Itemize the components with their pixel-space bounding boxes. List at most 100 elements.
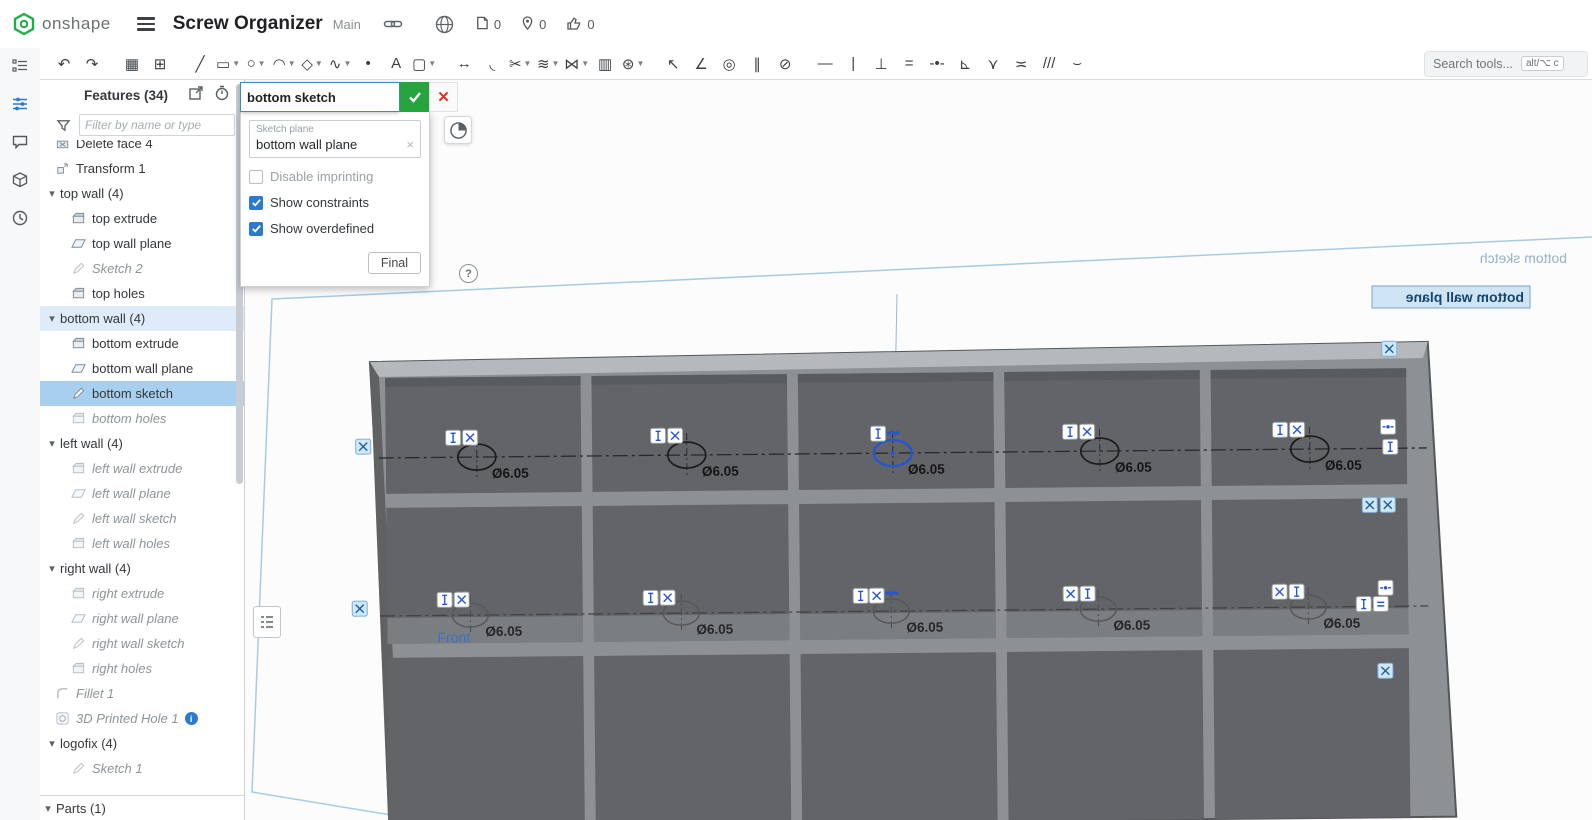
redo-tool[interactable]: ↷ (80, 51, 104, 77)
sketch-line-tool[interactable]: ╱ (188, 51, 212, 77)
parallel-tool[interactable]: ∥ (745, 51, 769, 77)
filter-input[interactable] (79, 114, 235, 136)
sketch-fillet-tool[interactable]: ◟ (480, 51, 504, 77)
constraint-glyph-x[interactable] (1361, 496, 1378, 514)
info-icon[interactable]: i (184, 712, 198, 725)
constraint-glyph-x[interactable] (1079, 423, 1096, 440)
constraint-glyph-x[interactable] (868, 587, 885, 604)
accept-button[interactable] (400, 82, 429, 112)
final-button[interactable]: Final (367, 252, 421, 274)
copies-counter[interactable]: 0 (474, 15, 501, 34)
followers-counter[interactable]: 0 (521, 15, 546, 34)
undo-tool[interactable]: ↶ (52, 51, 76, 77)
chevron-down-icon[interactable]: ▼ (288, 59, 296, 68)
feature-list-flyout-button[interactable] (253, 606, 281, 638)
constraint-glyph-v[interactable] (445, 429, 462, 446)
feature-name-input[interactable] (240, 82, 400, 112)
constraint-glyph-x[interactable] (453, 591, 470, 608)
feature-item-top-wall-plane[interactable]: top wall plane (40, 231, 244, 256)
compartment-cell[interactable] (1210, 368, 1408, 487)
trim-tool[interactable]: ✂ ▼ (508, 51, 532, 77)
public-globe-icon[interactable] (435, 15, 454, 34)
curve-pattern-tool[interactable]: ≍ (1009, 51, 1033, 77)
constraint-glyph-v[interactable] (1355, 595, 1372, 613)
feature-item-right-wall-sketch[interactable]: right wall sketch (40, 631, 244, 656)
feature-item-bottom-wall-4[interactable]: ▾ bottom wall (4) (40, 306, 244, 331)
feature-item-left-wall-extrude[interactable]: left wall extrude (40, 456, 244, 481)
chevron-down-icon[interactable]: ▼ (343, 59, 351, 68)
document-menu-icon[interactable] (136, 17, 155, 31)
compartment-cell[interactable] (797, 372, 995, 490)
dimension-label[interactable]: Ø6.05 (1323, 616, 1360, 631)
polygon-tool[interactable]: ◇ ▼ (300, 51, 324, 77)
chevron-down-icon[interactable]: ▼ (428, 59, 436, 68)
parts-section[interactable]: ▾ Parts (1) (40, 795, 244, 820)
feature-item-right-wall-4[interactable]: ▾ right wall (4) (40, 556, 244, 581)
constraint-glyph-x[interactable] (1062, 585, 1079, 602)
circle-center-point[interactable] (890, 450, 895, 456)
insert-dxf-tool[interactable]: ⊞ (148, 51, 172, 77)
feature-item-left-wall-4[interactable]: ▾ left wall (4) (40, 431, 244, 456)
feature-item-top-wall-4[interactable]: ▾ top wall (4) (40, 181, 244, 206)
feature-item-3d-printed-hole-1[interactable]: 3D Printed Hole 1 i (40, 706, 244, 731)
constraint-glyph-v[interactable] (1288, 583, 1305, 600)
dimension-label[interactable]: Ø6.05 (485, 624, 522, 639)
constraint-glyph-v[interactable] (650, 427, 667, 444)
use-project-tool[interactable]: ↖ (661, 51, 685, 77)
chevron-down-icon[interactable]: ▼ (315, 59, 323, 68)
constraint-glyph-v[interactable] (1272, 421, 1289, 438)
cancel-button[interactable]: ✕ (429, 82, 458, 112)
tangent-tool[interactable]: ⊘ (773, 51, 797, 77)
parts-panel-icon[interactable] (8, 168, 32, 192)
constraint-glyph-dot[interactable] (1379, 418, 1397, 435)
chevron-down-icon[interactable]: ▾ (40, 802, 56, 815)
mirror-tool[interactable]: ⋈ ▼ (564, 51, 589, 77)
view-orientation-icon[interactable] (444, 116, 472, 144)
workspace-label[interactable]: Main (333, 17, 361, 32)
compartment-cell[interactable] (1004, 370, 1201, 488)
chevron-down-icon[interactable]: ▾ (44, 562, 60, 575)
dimension-label[interactable]: Ø6.05 (696, 622, 733, 637)
feature-item-logofix-4[interactable]: ▾ logofix (4) (40, 731, 244, 756)
linear-pattern-tool[interactable]: ▥ (593, 51, 617, 77)
constraint-glyph-dot[interactable] (1377, 579, 1394, 596)
feature-item-right-extrude[interactable]: right extrude (40, 581, 244, 606)
feature-item-top-extrude[interactable]: top extrude (40, 206, 244, 231)
chevron-down-icon[interactable]: ▾ (44, 437, 60, 450)
constraint-glyph-x[interactable] (1377, 662, 1394, 679)
chevron-down-icon[interactable]: ▼ (552, 59, 560, 68)
checkbox-icon[interactable] (249, 195, 263, 210)
offset-tool[interactable]: ≋ ▼ (536, 51, 560, 77)
point-tool[interactable]: • (356, 51, 380, 77)
chevron-down-icon[interactable]: ▾ (44, 737, 60, 750)
feature-item-bottom-sketch[interactable]: bottom sketch (40, 381, 244, 406)
constraint-glyph-x[interactable] (667, 427, 684, 444)
compartment-cell[interactable] (594, 654, 792, 820)
feature-statistics-icon[interactable] (214, 85, 230, 106)
dimension-label[interactable]: Ø6.05 (908, 462, 945, 477)
comments-panel-icon[interactable] (8, 130, 32, 154)
chevron-down-icon[interactable]: ▼ (232, 59, 240, 68)
rectangle-tool[interactable]: ▭ ▼ (216, 51, 240, 77)
horizontal-tool[interactable]: — (813, 51, 837, 77)
history-panel-icon[interactable] (8, 206, 32, 230)
feature-item-sketch-2[interactable]: Sketch 2 (40, 256, 244, 281)
constraint-glyph-v[interactable] (870, 425, 887, 442)
feature-list-panel-icon[interactable] (8, 54, 32, 78)
constraint-glyph-x[interactable] (351, 600, 368, 617)
compartment-cell[interactable] (385, 376, 582, 494)
search-input[interactable] (1431, 55, 1521, 72)
feature-item-bottom-holes[interactable]: bottom holes (40, 406, 244, 431)
checkbox-show-constraints[interactable]: Show constraints (249, 195, 421, 210)
feature-item-left-wall-holes[interactable]: left wall holes (40, 531, 244, 556)
share-link-icon[interactable] (383, 15, 403, 33)
spline-tool[interactable]: ∿ ▼ (328, 51, 352, 77)
dimension-label[interactable]: Ø6.05 (906, 620, 943, 635)
configurations-panel-icon[interactable] (8, 92, 32, 116)
feature-item-right-holes[interactable]: right holes (40, 656, 244, 681)
feature-item-left-wall-sketch[interactable]: left wall sketch (40, 506, 244, 531)
constraint-glyph-x[interactable] (1271, 583, 1288, 600)
insert-to-studio-icon[interactable] (188, 85, 204, 106)
circle-tool[interactable]: ○ ▼ (244, 51, 268, 77)
concentric-tool[interactable]: ◎ (717, 51, 741, 77)
